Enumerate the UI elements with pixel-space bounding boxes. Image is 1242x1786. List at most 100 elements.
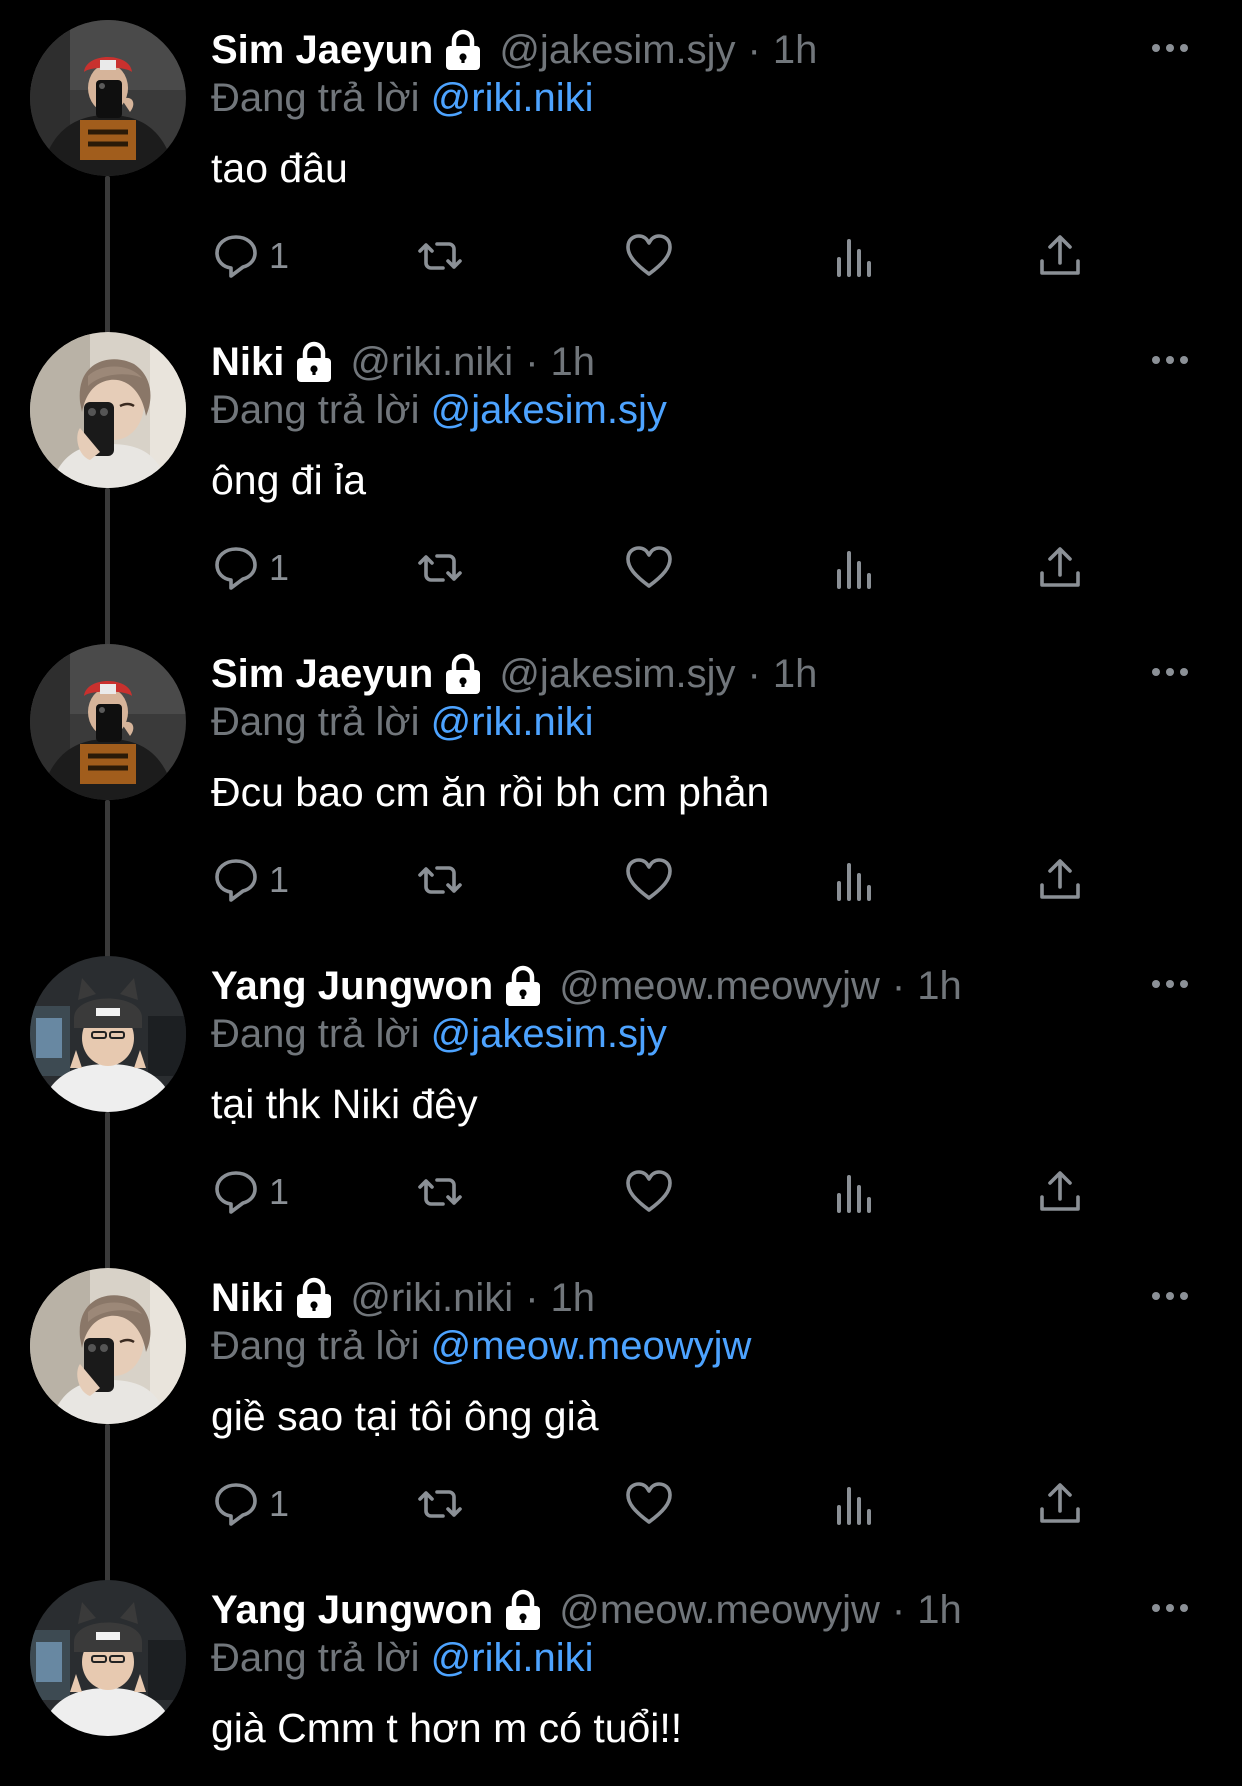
avatar[interactable] <box>30 956 186 1112</box>
more-icon[interactable] <box>1148 1276 1192 1316</box>
share-button[interactable] <box>1035 228 1085 284</box>
replying-to: Đang trả lời @riki.niki <box>211 74 594 122</box>
lock-icon <box>503 964 543 1008</box>
share-icon <box>1035 1479 1085 1529</box>
timestamp[interactable]: 1h <box>551 338 596 386</box>
reply-count: 1 <box>269 1483 290 1524</box>
replying-to-label: Đang trả lời <box>211 1324 420 1368</box>
tweet[interactable]: Niki @riki.niki · 1h Đang trả lời @meow.… <box>0 1248 1242 1584</box>
user-handle[interactable]: @riki.niki <box>350 1274 513 1322</box>
retweet-button[interactable] <box>415 852 465 908</box>
display-name[interactable]: Sim Jaeyun <box>211 26 433 74</box>
views-button[interactable] <box>830 1476 880 1532</box>
timestamp[interactable]: 1h <box>917 962 962 1010</box>
avatar-image <box>30 20 186 176</box>
replying-to-handle[interactable]: @riki.niki <box>431 1636 594 1680</box>
display-name[interactable]: Yang Jungwon <box>211 962 493 1010</box>
tweet[interactable]: Sim Jaeyun @jakesim.sjy · 1h Đang trả lờ… <box>0 0 1242 336</box>
reply-count: 1 <box>269 1171 290 1212</box>
share-button[interactable] <box>1035 1476 1085 1532</box>
more-icon[interactable] <box>1148 340 1192 380</box>
tweet[interactable]: Sim Jaeyun @jakesim.sjy · 1h Đang trả lờ… <box>0 624 1242 960</box>
replying-to-label: Đang trả lời <box>211 1012 420 1056</box>
replying-to-handle[interactable]: @jakesim.sjy <box>431 388 667 432</box>
share-button[interactable] <box>1035 540 1085 596</box>
like-button[interactable] <box>624 1164 674 1220</box>
replying-to-handle[interactable]: @meow.meowyjw <box>431 1324 752 1368</box>
replying-to-handle[interactable]: @jakesim.sjy <box>431 1012 667 1056</box>
reply-icon <box>211 1167 261 1217</box>
display-name[interactable]: Yang Jungwon <box>211 1586 493 1634</box>
tweet-text: ông đi ỉa <box>211 457 367 503</box>
replying-to-label: Đang trả lời <box>211 700 420 744</box>
reply-icon <box>211 543 261 593</box>
user-handle[interactable]: @jakesim.sjy <box>499 650 735 698</box>
lock-icon <box>294 340 334 384</box>
action-bar: 1 <box>211 228 1091 288</box>
separator: · <box>525 1276 539 1320</box>
like-icon <box>624 1479 674 1529</box>
reply-button[interactable]: 1 <box>211 1476 289 1532</box>
like-icon <box>624 543 674 593</box>
retweet-button[interactable] <box>415 228 465 284</box>
action-bar: 1 <box>211 1164 1091 1224</box>
replying-to-label: Đang trả lời <box>211 76 420 120</box>
views-button[interactable] <box>830 1164 880 1220</box>
tweet-text: tại thk Niki đêy <box>211 1081 478 1127</box>
share-button[interactable] <box>1035 1164 1085 1220</box>
views-button[interactable] <box>830 540 880 596</box>
avatar[interactable] <box>30 1580 186 1736</box>
more-icon[interactable] <box>1148 1588 1192 1628</box>
user-handle[interactable]: @meow.meowyjw <box>559 962 880 1010</box>
lock-icon <box>294 1276 334 1320</box>
user-handle[interactable]: @riki.niki <box>350 338 513 386</box>
avatar[interactable] <box>30 1268 186 1424</box>
views-icon <box>830 1479 880 1529</box>
like-button[interactable] <box>624 228 674 284</box>
like-icon <box>624 855 674 905</box>
reply-button[interactable]: 1 <box>211 852 289 908</box>
retweet-icon <box>415 1167 465 1217</box>
timestamp[interactable]: 1h <box>917 1586 962 1634</box>
share-icon <box>1035 855 1085 905</box>
avatar[interactable] <box>30 20 186 176</box>
tweet[interactable]: Yang Jungwon @meow.meowyjw · 1h Đang trả… <box>0 1560 1242 1786</box>
timestamp[interactable]: 1h <box>773 650 818 698</box>
replying-to: Đang trả lời @riki.niki <box>211 1634 594 1682</box>
display-name[interactable]: Sim Jaeyun <box>211 650 433 698</box>
timestamp[interactable]: 1h <box>773 26 818 74</box>
like-button[interactable] <box>624 1476 674 1532</box>
replying-to-handle[interactable]: @riki.niki <box>431 700 594 744</box>
tweet-header: Sim Jaeyun @jakesim.sjy · 1h <box>211 26 817 74</box>
views-button[interactable] <box>830 228 880 284</box>
like-button[interactable] <box>624 852 674 908</box>
display-name[interactable]: Niki <box>211 1274 284 1322</box>
more-icon[interactable] <box>1148 652 1192 692</box>
avatar[interactable] <box>30 332 186 488</box>
replying-to-handle[interactable]: @riki.niki <box>431 76 594 120</box>
like-button[interactable] <box>624 540 674 596</box>
more-icon[interactable] <box>1148 28 1192 68</box>
lock-icon <box>503 1588 543 1632</box>
retweet-button[interactable] <box>415 1164 465 1220</box>
share-button[interactable] <box>1035 852 1085 908</box>
retweet-button[interactable] <box>415 1476 465 1532</box>
reply-button[interactable]: 1 <box>211 228 289 284</box>
avatar[interactable] <box>30 644 186 800</box>
user-handle[interactable]: @jakesim.sjy <box>499 26 735 74</box>
tweet[interactable]: Niki @riki.niki · 1h Đang trả lời @jakes… <box>0 312 1242 648</box>
tweet[interactable]: Yang Jungwon @meow.meowyjw · 1h Đang trả… <box>0 936 1242 1272</box>
retweet-button[interactable] <box>415 540 465 596</box>
tweet-header: Yang Jungwon @meow.meowyjw · 1h <box>211 962 962 1010</box>
replying-to: Đang trả lời @jakesim.sjy <box>211 1010 667 1058</box>
more-icon[interactable] <box>1148 964 1192 1004</box>
user-handle[interactable]: @meow.meowyjw <box>559 1586 880 1634</box>
views-button[interactable] <box>830 852 880 908</box>
tweet-text: Đcu bao cm ăn rồi bh cm phản <box>211 769 770 815</box>
display-name[interactable]: Niki <box>211 338 284 386</box>
retweet-icon <box>415 231 465 281</box>
reply-button[interactable]: 1 <box>211 540 289 596</box>
reply-button[interactable]: 1 <box>211 1164 289 1220</box>
timestamp[interactable]: 1h <box>551 1274 596 1322</box>
tweet-text: giề sao tại tôi ông già <box>211 1393 599 1439</box>
